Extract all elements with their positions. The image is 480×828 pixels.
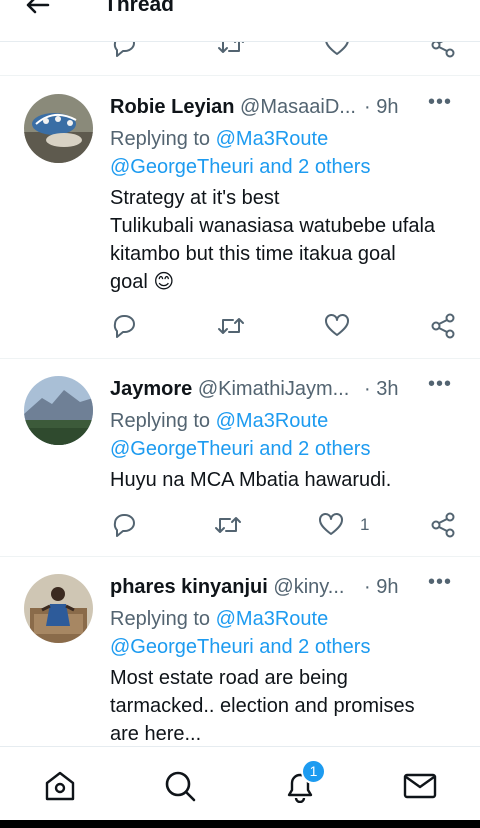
replying-to-others: @GeorgeTheuri and 2 others — [110, 633, 370, 661]
author-handle[interactable]: @kiny... — [273, 576, 344, 598]
replying-to-others: @GeorgeTheuri and 2 others — [110, 153, 370, 181]
home-icon[interactable] — [43, 769, 77, 803]
tweet-time[interactable]: · 3h — [364, 378, 398, 401]
messages-icon[interactable] — [403, 769, 437, 803]
replying-to: Replying to @Ma3Route — [110, 608, 329, 630]
share-icon[interactable] — [430, 313, 456, 339]
retweet-icon[interactable] — [217, 313, 245, 339]
tweet[interactable]: phares kinyanjui @kiny... · 9h ••• Reply… — [0, 558, 480, 746]
back-arrow-icon[interactable] — [22, 0, 52, 20]
author-line[interactable]: phares kinyanjui @kiny... — [110, 576, 402, 599]
author-name[interactable]: Jaymore — [110, 378, 192, 400]
replying-to: Replying to @Ma3Route — [110, 128, 329, 150]
author-line[interactable]: Robie Leyian @MasaaiD... — [110, 96, 402, 119]
mention-link[interactable]: @GeorgeTheuri and 2 others — [110, 438, 370, 460]
mention-link[interactable]: @Ma3Route — [216, 608, 329, 630]
more-icon[interactable]: ••• — [428, 571, 452, 594]
notification-badge: 1 — [301, 759, 326, 784]
reply-icon[interactable] — [111, 313, 137, 339]
reply-icon[interactable] — [111, 512, 137, 538]
tweet-time[interactable]: · 9h — [364, 576, 398, 599]
author-handle[interactable]: @KimathiJaym... — [198, 378, 349, 400]
mention-link[interactable]: @Ma3Route — [216, 410, 329, 432]
tweet-actions: 1 — [0, 512, 480, 542]
avatar[interactable] — [24, 376, 93, 445]
tweet-text: Most estate road are being tarmacked.. e… — [110, 667, 415, 745]
tweet[interactable]: Robie Leyian @MasaaiD... · 9h ••• Replyi… — [0, 77, 480, 359]
author-name[interactable]: phares kinyanjui — [110, 576, 268, 598]
mention-link[interactable]: @Ma3Route — [216, 128, 329, 150]
more-icon[interactable]: ••• — [428, 91, 452, 114]
avatar[interactable] — [24, 574, 93, 643]
bottom-nav: 1 — [0, 746, 480, 820]
search-icon[interactable] — [163, 769, 197, 803]
like-count: 1 — [360, 515, 370, 534]
author-line[interactable]: Jaymore @KimathiJaym... — [110, 378, 402, 401]
more-icon[interactable]: ••• — [428, 373, 452, 396]
tweet-time[interactable]: · 9h — [364, 96, 398, 119]
replying-to: Replying to @Ma3Route — [110, 410, 329, 432]
replying-to-others: @GeorgeTheuri and 2 others — [110, 435, 370, 463]
author-name[interactable]: Robie Leyian — [110, 96, 234, 118]
like-icon[interactable] — [318, 512, 344, 538]
mention-link[interactable]: @GeorgeTheuri and 2 others — [110, 156, 370, 178]
tweet-actions — [0, 313, 480, 343]
like-icon[interactable] — [324, 313, 350, 339]
page-title: Thread — [104, 0, 175, 16]
mention-link[interactable]: @GeorgeTheuri and 2 others — [110, 636, 370, 658]
tweet[interactable]: Jaymore @KimathiJaym... · 3h ••• Replyin… — [0, 360, 480, 557]
tweet-text: Huyu na MCA Mbatia hawarudi. — [110, 469, 392, 491]
tweet-text: Strategy at it's best Tulikubali wanasia… — [110, 187, 436, 293]
retweet-icon[interactable] — [214, 512, 242, 538]
top-bar: Thread — [0, 0, 480, 42]
system-bar — [0, 820, 480, 828]
author-handle[interactable]: @MasaaiD... — [240, 96, 356, 118]
avatar[interactable] — [24, 94, 93, 163]
share-icon[interactable] — [430, 512, 456, 538]
